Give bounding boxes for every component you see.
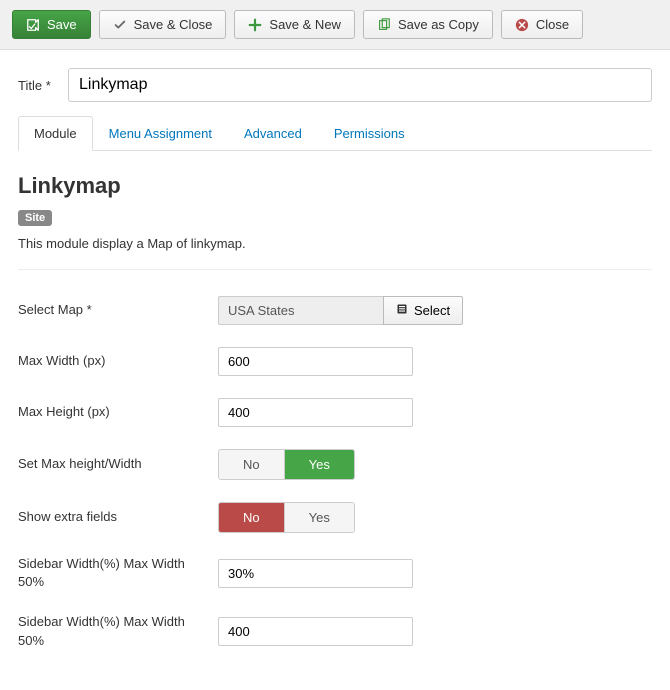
set-max-toggle: No Yes bbox=[218, 449, 355, 480]
max-height-row: Max Height (px) bbox=[18, 398, 652, 427]
sidebar-px-label: Sidebar Width(%) Max Width 50% bbox=[18, 613, 218, 649]
title-input[interactable] bbox=[68, 68, 652, 102]
save-icon bbox=[26, 18, 40, 32]
save-new-button[interactable]: Save & New bbox=[234, 10, 355, 39]
extra-fields-row: Show extra fields No Yes bbox=[18, 502, 652, 533]
sidebar-pct-row: Sidebar Width(%) Max Width 50% bbox=[18, 555, 652, 591]
tab-permissions[interactable]: Permissions bbox=[318, 116, 421, 151]
close-label: Close bbox=[536, 17, 569, 32]
save-close-button[interactable]: Save & Close bbox=[99, 10, 227, 39]
plus-icon bbox=[248, 18, 262, 32]
module-description: This module display a Map of linkymap. bbox=[18, 236, 652, 251]
save-close-label: Save & Close bbox=[134, 17, 213, 32]
save-new-label: Save & New bbox=[269, 17, 341, 32]
save-copy-button[interactable]: Save as Copy bbox=[363, 10, 493, 39]
divider bbox=[18, 269, 652, 270]
max-width-row: Max Width (px) bbox=[18, 347, 652, 376]
module-heading: Linkymap bbox=[18, 173, 652, 199]
site-badge: Site bbox=[18, 210, 52, 226]
save-label: Save bbox=[47, 17, 77, 32]
max-height-label: Max Height (px) bbox=[18, 403, 218, 421]
toolbar: Save Save & Close Save & New Save as Cop… bbox=[0, 0, 670, 50]
tabs: Module Menu Assignment Advanced Permissi… bbox=[18, 116, 652, 151]
sidebar-pct-label: Sidebar Width(%) Max Width 50% bbox=[18, 555, 218, 591]
extra-fields-toggle: No Yes bbox=[218, 502, 355, 533]
extra-fields-no[interactable]: No bbox=[219, 503, 285, 532]
set-max-yes[interactable]: Yes bbox=[285, 450, 354, 479]
tab-advanced[interactable]: Advanced bbox=[228, 116, 318, 151]
select-map-value bbox=[218, 296, 383, 325]
copy-icon bbox=[377, 18, 391, 32]
close-icon bbox=[515, 18, 529, 32]
extra-fields-label: Show extra fields bbox=[18, 508, 218, 526]
content: Title * Module Menu Assignment Advanced … bbox=[0, 50, 670, 690]
max-height-input[interactable] bbox=[218, 398, 413, 427]
set-max-no[interactable]: No bbox=[219, 450, 285, 479]
sidebar-pct-input[interactable] bbox=[218, 559, 413, 588]
tab-menu-assignment[interactable]: Menu Assignment bbox=[93, 116, 228, 151]
sidebar-px-input[interactable] bbox=[218, 617, 413, 646]
max-width-label: Max Width (px) bbox=[18, 352, 218, 370]
set-max-row: Set Max height/Width No Yes bbox=[18, 449, 652, 480]
select-map-row: Select Map * Select bbox=[18, 296, 652, 325]
title-label: Title * bbox=[18, 78, 58, 93]
title-row: Title * bbox=[18, 68, 652, 102]
close-button[interactable]: Close bbox=[501, 10, 583, 39]
max-width-input[interactable] bbox=[218, 347, 413, 376]
select-button-label: Select bbox=[414, 303, 450, 318]
list-icon bbox=[396, 303, 408, 318]
extra-fields-yes[interactable]: Yes bbox=[285, 503, 354, 532]
select-map-button[interactable]: Select bbox=[383, 296, 463, 325]
save-copy-label: Save as Copy bbox=[398, 17, 479, 32]
sidebar-px-row: Sidebar Width(%) Max Width 50% bbox=[18, 613, 652, 649]
check-icon bbox=[113, 18, 127, 32]
set-max-label: Set Max height/Width bbox=[18, 455, 218, 473]
tab-module[interactable]: Module bbox=[18, 116, 93, 151]
save-button[interactable]: Save bbox=[12, 10, 91, 39]
select-map-label: Select Map * bbox=[18, 301, 218, 319]
